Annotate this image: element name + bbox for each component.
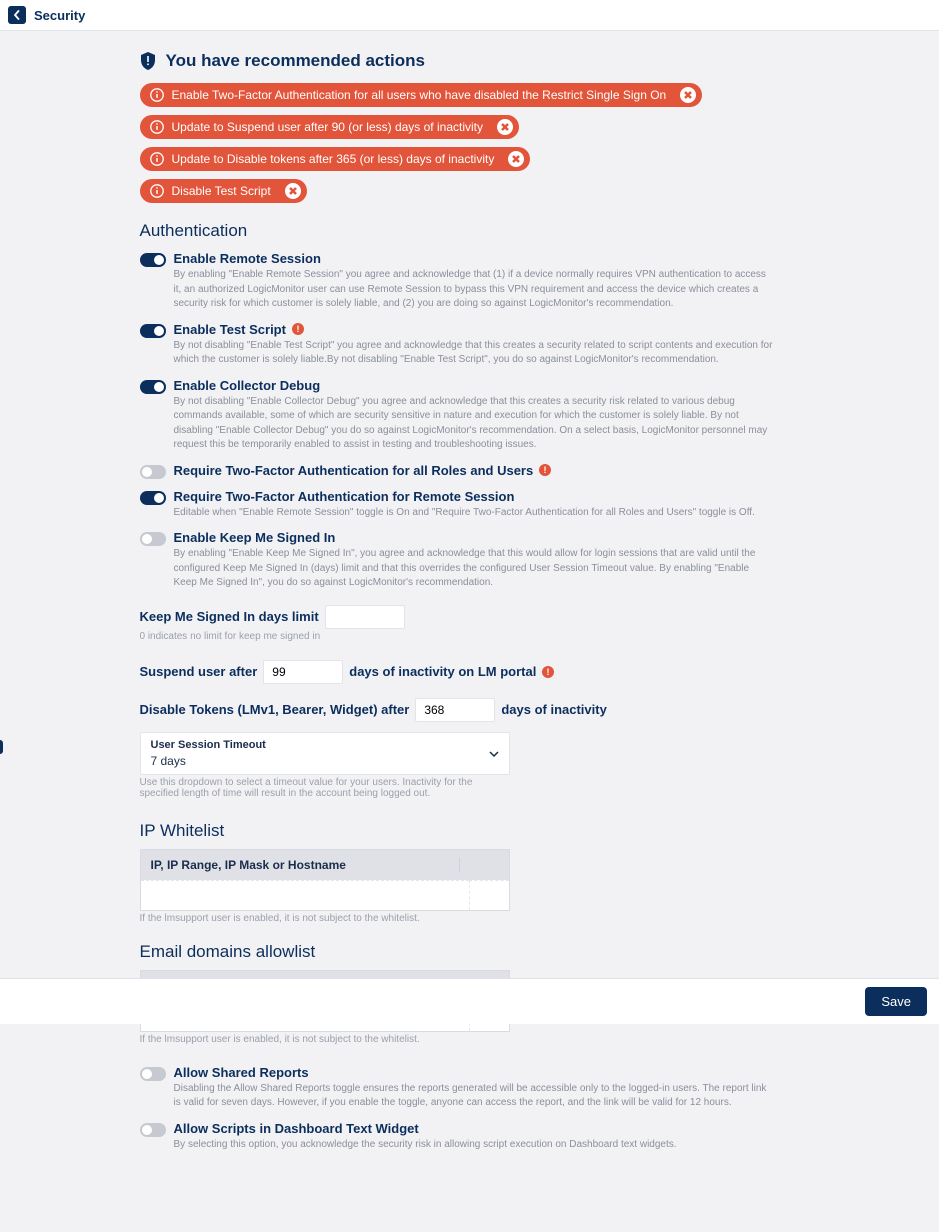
shield-icon xyxy=(140,52,156,70)
table-header-actions xyxy=(459,858,499,872)
section-authentication: Authentication xyxy=(140,221,800,241)
row-desc: By not disabling "Enable Test Script" yo… xyxy=(174,339,774,368)
field-label: Keep Me Signed In days limit xyxy=(140,609,319,624)
field-label: Suspend user after xyxy=(140,664,258,679)
row-allow-dashboard-scripts: Allow Scripts in Dashboard Text Widget B… xyxy=(140,1121,800,1153)
row-require-2fa-all: Require Two-Factor Authentication for al… xyxy=(140,463,800,479)
page-header: Security xyxy=(0,0,939,31)
select-value: 7 days xyxy=(151,754,499,768)
row-enable-remote-session: Enable Remote Session By enabling "Enabl… xyxy=(140,251,800,312)
warning-icon: ! xyxy=(542,666,554,678)
field-keep-signed-days: Keep Me Signed In days limit xyxy=(140,605,800,629)
toggle-enable-collector-debug[interactable] xyxy=(140,380,166,394)
close-icon[interactable] xyxy=(497,119,513,135)
field-suffix: days of inactivity on LM portal xyxy=(349,664,536,679)
svg-text:!: ! xyxy=(296,324,299,334)
row-keep-me-signed-in: Enable Keep Me Signed In By enabling "En… xyxy=(140,530,800,591)
row-title: Enable Test Script ! xyxy=(174,322,304,337)
footer-bar: Save xyxy=(0,978,939,1024)
row-title: Require Two-Factor Authentication for Re… xyxy=(174,489,515,504)
info-icon xyxy=(150,184,164,198)
chip-label: Enable Two-Factor Authentication for all… xyxy=(172,88,667,102)
suspend-days-input[interactable] xyxy=(263,660,343,684)
section-email-allowlist: Email domains allowlist xyxy=(140,942,800,962)
chip-label: Update to Suspend user after 90 (or less… xyxy=(172,120,484,134)
disable-tokens-days-input[interactable] xyxy=(415,698,495,722)
field-label: Disable Tokens (LMv1, Bearer, Widget) af… xyxy=(140,702,410,717)
row-title: Enable Remote Session xyxy=(174,251,321,266)
info-icon xyxy=(150,120,164,134)
page-title: Security xyxy=(34,8,85,23)
keep-signed-days-input[interactable] xyxy=(325,605,405,629)
recommended-banner: You have recommended actions xyxy=(140,51,800,71)
row-title: Allow Shared Reports xyxy=(174,1065,309,1080)
back-button[interactable] xyxy=(8,6,26,24)
toggle-require-2fa-all[interactable] xyxy=(140,465,166,479)
row-title: Enable Keep Me Signed In xyxy=(174,530,336,545)
warning-icon: ! xyxy=(292,323,304,335)
row-desc: By selecting this option, you acknowledg… xyxy=(174,1138,774,1153)
toggle-allow-dashboard-scripts[interactable] xyxy=(140,1123,166,1137)
toggle-keep-me-signed-in[interactable] xyxy=(140,532,166,546)
toggle-require-2fa-remote[interactable] xyxy=(140,491,166,505)
field-suspend-after: Suspend user after days of inactivity on… xyxy=(140,660,800,684)
field-disable-tokens: Disable Tokens (LMv1, Bearer, Widget) af… xyxy=(140,698,800,722)
banner-title: You have recommended actions xyxy=(166,51,425,71)
row-title: Enable Collector Debug xyxy=(174,378,321,393)
row-enable-collector-debug: Enable Collector Debug By not disabling … xyxy=(140,378,800,453)
recommended-chip[interactable]: Update to Disable tokens after 365 (or l… xyxy=(140,147,531,171)
close-icon[interactable] xyxy=(680,87,696,103)
row-desc: Disabling the Allow Shared Reports toggl… xyxy=(174,1082,774,1111)
close-icon[interactable] xyxy=(508,151,524,167)
ip-whitelist-table: IP, IP Range, IP Mask or Hostname xyxy=(140,849,510,911)
info-icon xyxy=(150,152,164,166)
table-header: IP, IP Range, IP Mask or Hostname xyxy=(151,858,459,872)
field-hint: Use this dropdown to select a timeout va… xyxy=(140,777,510,799)
row-desc: By enabling "Enable Remote Session" you … xyxy=(174,268,774,312)
info-icon xyxy=(150,88,164,102)
field-hint: 0 indicates no limit for keep me signed … xyxy=(140,631,800,642)
recommended-chip[interactable]: Disable Test Script xyxy=(140,179,307,203)
row-allow-shared-reports: Allow Shared Reports Disabling the Allow… xyxy=(140,1065,800,1111)
close-icon[interactable] xyxy=(285,183,301,199)
row-title: Allow Scripts in Dashboard Text Widget xyxy=(174,1121,419,1136)
row-enable-test-script: Enable Test Script ! By not disabling "E… xyxy=(140,322,800,368)
recommended-chip[interactable]: Enable Two-Factor Authentication for all… xyxy=(140,83,703,107)
row-title: Require Two-Factor Authentication for al… xyxy=(174,463,552,478)
field-suffix: days of inactivity xyxy=(501,702,606,717)
toggle-enable-remote-session[interactable] xyxy=(140,253,166,267)
chevron-left-icon xyxy=(12,10,22,20)
warning-icon: ! xyxy=(539,464,551,476)
toggle-allow-shared-reports[interactable] xyxy=(140,1067,166,1081)
svg-text:!: ! xyxy=(544,465,547,475)
row-desc: Editable when "Enable Remote Session" to… xyxy=(174,506,774,521)
section-ip-whitelist: IP Whitelist xyxy=(140,821,800,841)
svg-text:!: ! xyxy=(547,667,550,677)
chevron-down-icon xyxy=(489,746,499,760)
recommended-chip[interactable]: Update to Suspend user after 90 (or less… xyxy=(140,115,520,139)
user-session-timeout-select[interactable]: User Session Timeout 7 days xyxy=(140,732,510,775)
chip-label: Disable Test Script xyxy=(172,184,271,198)
left-scroll-indicator xyxy=(0,740,3,754)
table-hint: If the lmsupport user is enabled, it is … xyxy=(140,1034,800,1045)
recommended-chips: Enable Two-Factor Authentication for all… xyxy=(140,83,800,203)
select-label: User Session Timeout xyxy=(151,739,499,751)
table-hint: If the lmsupport user is enabled, it is … xyxy=(140,913,800,924)
row-desc: By enabling "Enable Keep Me Signed In", … xyxy=(174,547,774,591)
chip-label: Update to Disable tokens after 365 (or l… xyxy=(172,152,495,166)
row-require-2fa-remote: Require Two-Factor Authentication for Re… xyxy=(140,489,800,521)
save-button[interactable]: Save xyxy=(865,987,927,1016)
row-desc: By not disabling "Enable Collector Debug… xyxy=(174,395,774,453)
table-row[interactable] xyxy=(141,880,509,910)
toggle-enable-test-script[interactable] xyxy=(140,324,166,338)
